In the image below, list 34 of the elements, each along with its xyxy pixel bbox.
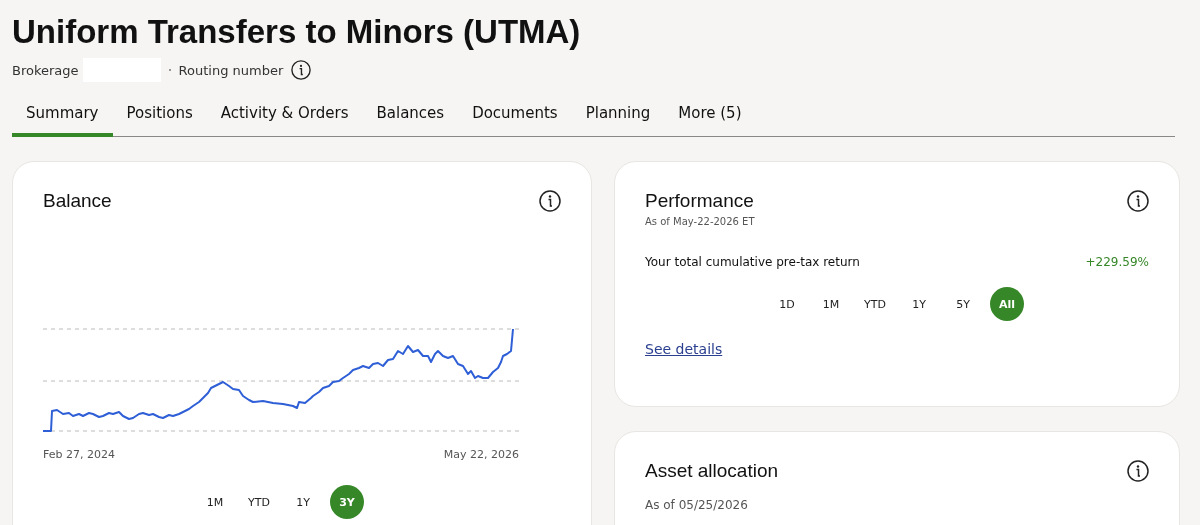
range-button[interactable]: YTD — [858, 287, 892, 321]
as-of-date: As of 05/25/2026 — [645, 498, 749, 512]
range-button[interactable]: 1Y — [286, 485, 320, 519]
info-icon[interactable] — [1127, 460, 1149, 482]
axis-date-label: Feb 27, 2024 — [43, 448, 115, 461]
routing-label: Routing number — [178, 62, 284, 78]
return-label: Your total cumulative pre-tax return — [645, 255, 860, 269]
axis-date-label: May 22, 2026 — [443, 448, 519, 461]
page-title: Uniform Transfers to Minors (UTMA) — [12, 12, 582, 52]
nav-tab[interactable]: Summary — [12, 100, 113, 137]
return-value: +229.59% — [1085, 255, 1149, 269]
range-button[interactable]: 5Y — [946, 287, 980, 321]
nav-tab[interactable]: More (5) — [664, 100, 756, 137]
info-icon[interactable] — [539, 190, 561, 212]
range-button[interactable]: 1M — [814, 287, 848, 321]
range-button[interactable]: 1Y — [902, 287, 936, 321]
card-title: Asset allocation — [645, 460, 779, 482]
range-button[interactable]: 1D — [770, 287, 804, 321]
card-title: Balance — [43, 190, 112, 212]
info-icon[interactable] — [1127, 190, 1149, 212]
nav-tab[interactable]: Documents — [458, 100, 572, 137]
see-details-link[interactable]: See details — [645, 341, 723, 357]
range-button[interactable]: All — [990, 287, 1024, 321]
range-button[interactable]: 3Y — [330, 485, 364, 519]
nav-tab[interactable]: Balances — [362, 100, 459, 137]
range-button[interactable]: YTD — [242, 485, 276, 519]
nav-tab[interactable]: Activity & Orders — [206, 100, 363, 137]
account-type: Brokerage — [12, 62, 79, 78]
nav-tab[interactable]: Positions — [112, 100, 207, 137]
card-title: Performance — [645, 190, 754, 212]
nav-tab[interactable]: Planning — [571, 100, 665, 137]
info-icon[interactable] — [291, 60, 312, 80]
as-of-date: As of May-22-2026 ET — [645, 216, 756, 227]
range-button[interactable]: 1M — [198, 485, 232, 519]
